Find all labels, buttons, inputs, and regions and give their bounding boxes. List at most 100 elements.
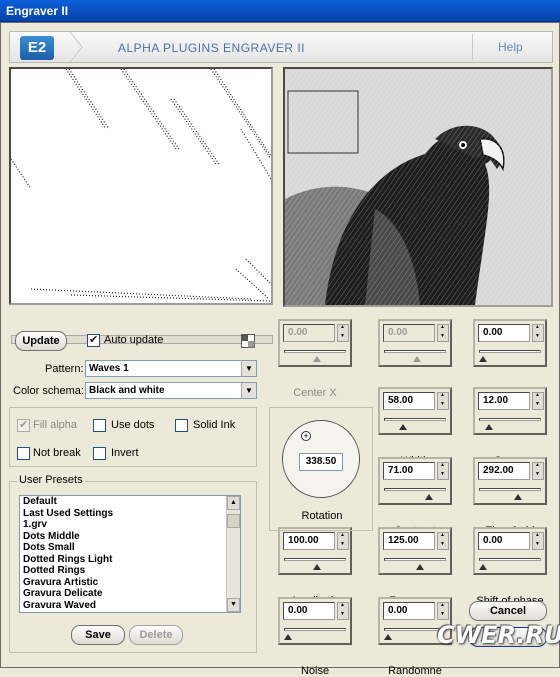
slider-thumb-icon[interactable] [484, 424, 493, 430]
spinner-icon[interactable] [532, 392, 544, 410]
noise-value[interactable]: 0.00 [283, 602, 335, 620]
presets-list[interactable]: Default Last Used Settings 1.grv Dots Middl… [19, 495, 241, 613]
shift-of-phase-control[interactable]: 0.00 [473, 527, 547, 575]
shift-of-phase-slider[interactable] [479, 558, 541, 561]
zoom-preview-image [11, 69, 271, 302]
width-slider[interactable] [384, 418, 446, 421]
list-item[interactable]: 1.grv [20, 519, 240, 531]
list-item[interactable]: Gravura Waved [20, 600, 240, 612]
amplitude-value[interactable]: 100.00 [283, 532, 335, 550]
auto-update-checkbox[interactable] [87, 333, 100, 347]
rotation-dial[interactable]: + 338.50 [282, 420, 360, 498]
slider-thumb-icon[interactable] [398, 424, 407, 430]
shift-of-phase-value[interactable]: 0.00 [478, 532, 530, 550]
list-item[interactable]: Dotted Rings [20, 565, 240, 577]
amplitude-slider[interactable] [284, 558, 346, 561]
space-slider[interactable] [479, 418, 541, 421]
space-value[interactable]: 12.00 [478, 392, 530, 410]
save-button[interactable]: Save [71, 625, 125, 645]
solid-ink-checkbox[interactable] [175, 419, 188, 432]
center-x-value[interactable]: 0.00 [283, 324, 335, 342]
spinner-icon[interactable] [437, 324, 449, 342]
spinner-icon[interactable] [532, 462, 544, 480]
invert-checkbox[interactable] [93, 447, 106, 460]
slider-thumb-icon[interactable] [413, 356, 421, 362]
spinner-icon[interactable] [337, 324, 349, 342]
app-title: ALPHA PLUGINS ENGRAVER II [118, 41, 305, 55]
cancel-button[interactable]: Cancel [469, 601, 547, 621]
zoom-preview[interactable] [9, 67, 273, 305]
spinner-icon[interactable] [437, 602, 449, 620]
use-dots-checkbox[interactable] [93, 419, 106, 432]
spinner-icon[interactable] [437, 532, 449, 550]
threshold-slider[interactable] [479, 488, 541, 491]
fill-alpha-checkbox[interactable] [17, 418, 30, 432]
width-control[interactable]: 58.00 [378, 387, 452, 435]
noise-slider[interactable] [284, 628, 346, 631]
update-button[interactable]: Update [15, 331, 67, 351]
contrast-control[interactable]: 71.00 [378, 457, 452, 505]
slider-thumb-icon[interactable] [513, 494, 522, 500]
dial-handle-icon[interactable]: + [301, 431, 311, 441]
width-value[interactable]: 58.00 [383, 392, 435, 410]
list-item[interactable]: Gravura Delicate [20, 588, 240, 600]
center-x-slider[interactable] [284, 350, 346, 353]
spinner-icon[interactable] [532, 532, 544, 550]
color-schema-select-value: Black and white [89, 385, 165, 396]
list-item[interactable]: Default [20, 496, 240, 508]
threshold-value[interactable]: 292.00 [478, 462, 530, 480]
contrast-value[interactable]: 71.00 [383, 462, 435, 480]
threshold-control[interactable]: 292.00 [473, 457, 547, 505]
noise-control[interactable]: 0.00 [278, 597, 352, 645]
list-item[interactable]: Gravura Artistic [20, 577, 240, 589]
center-y-value[interactable]: 0.00 [383, 324, 435, 342]
center-y-slider[interactable] [384, 350, 446, 353]
slider-thumb-icon[interactable] [479, 564, 487, 570]
slider-thumb-icon[interactable] [415, 564, 424, 570]
not-break-checkbox[interactable] [17, 447, 30, 460]
center-x-control[interactable]: 0.00 [278, 319, 352, 367]
center-y-control[interactable]: 0.00 [378, 319, 452, 367]
frequency-control[interactable]: 125.00 [378, 527, 452, 575]
color-schema-select[interactable]: Black and white ▼ [85, 382, 257, 399]
spinner-icon[interactable] [532, 324, 544, 342]
frequency-value[interactable]: 125.00 [383, 532, 435, 550]
delete-button[interactable]: Delete [129, 625, 183, 645]
chevron-down-icon[interactable]: ▼ [241, 383, 256, 398]
space-control[interactable]: 12.00 [473, 387, 547, 435]
list-item[interactable]: Last Used Settings [20, 508, 240, 520]
color-schema-label: Color schema: [13, 385, 84, 397]
main-preview[interactable] [283, 67, 553, 307]
slider-thumb-icon[interactable] [284, 634, 292, 640]
frequency-slider[interactable] [384, 558, 446, 561]
watermark: CWER.RU [437, 621, 560, 649]
amplitude-control[interactable]: 100.00 [278, 527, 352, 575]
pattern-select[interactable]: Waves 1 ▼ [85, 360, 257, 377]
rotation-value[interactable]: 338.50 [299, 453, 343, 471]
slider-thumb-icon[interactable] [424, 494, 433, 500]
randomness-value[interactable]: 0.00 [383, 602, 435, 620]
slider-thumb-icon[interactable] [384, 634, 392, 640]
spinner-icon[interactable] [437, 462, 449, 480]
presets-scrollbar[interactable]: ▲ ▼ [226, 496, 240, 612]
slider-thumb-icon[interactable] [479, 356, 487, 362]
list-item[interactable]: Dotted Rings Light [20, 554, 240, 566]
spinner-icon[interactable] [337, 532, 349, 550]
list-item[interactable]: Dots Small [20, 542, 240, 554]
chevron-down-icon[interactable]: ▼ [241, 361, 256, 376]
spinner-icon[interactable] [337, 602, 349, 620]
spinner-icon[interactable] [437, 392, 449, 410]
contrast-slider[interactable] [384, 488, 446, 491]
list-item[interactable]: Dots Middle [20, 531, 240, 543]
offset-slider[interactable] [479, 350, 541, 353]
help-link[interactable]: Help [498, 40, 523, 54]
scroll-down-icon[interactable]: ▼ [227, 598, 240, 612]
slider-thumb-icon[interactable] [313, 564, 321, 570]
scroll-thumb[interactable] [227, 514, 240, 528]
split-view-icon[interactable] [241, 334, 255, 348]
app-logo: E2 [20, 36, 54, 60]
offset-control[interactable]: 0.00 [473, 319, 547, 367]
offset-value[interactable]: 0.00 [478, 324, 530, 342]
slider-thumb-icon[interactable] [313, 356, 321, 362]
scroll-up-icon[interactable]: ▲ [227, 496, 240, 510]
